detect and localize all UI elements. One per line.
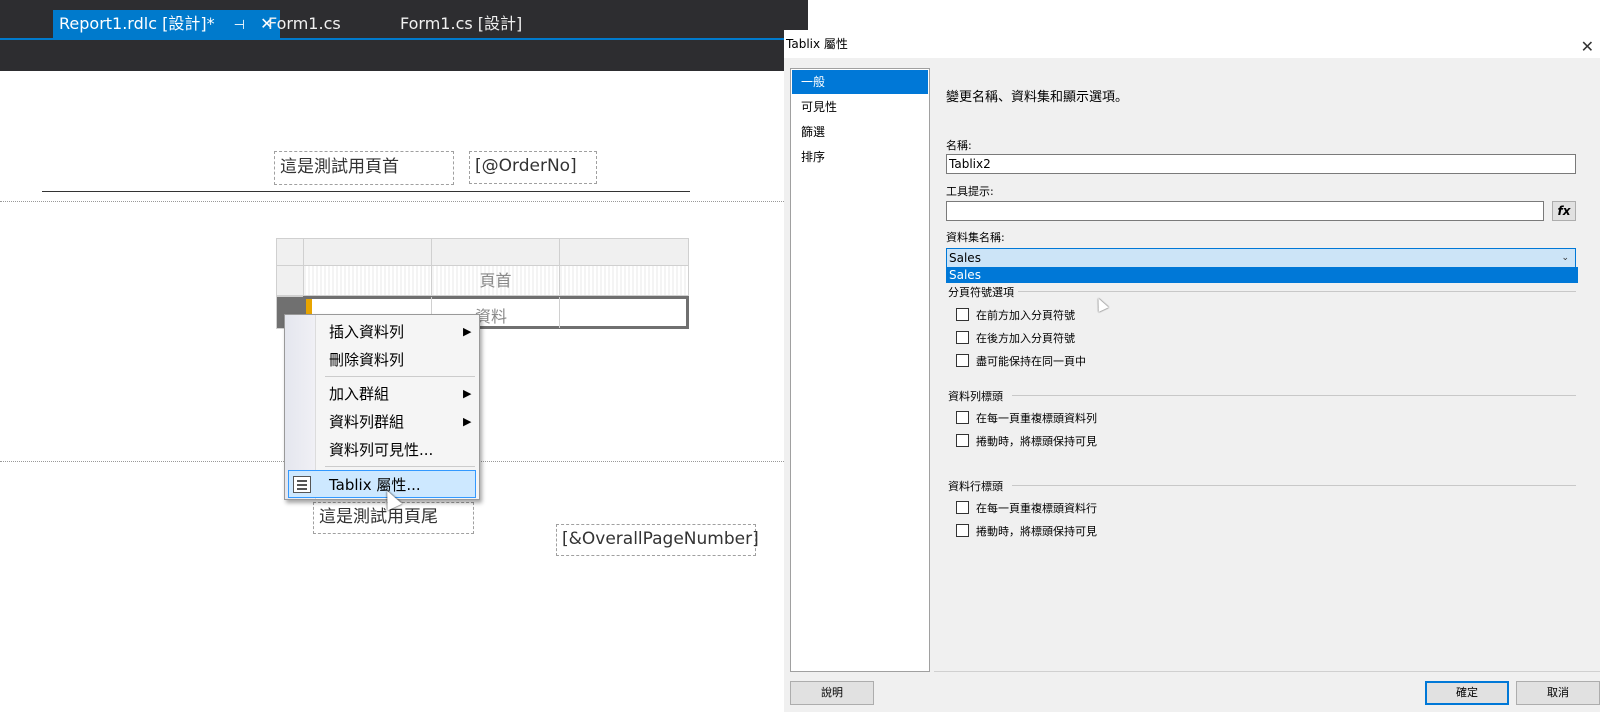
checkbox-label: 捲動時，將標頭保持可見 (976, 435, 1097, 448)
dataset-selected-value: Sales (949, 251, 981, 265)
menu-separator (325, 466, 475, 467)
header-boundary (0, 201, 784, 202)
document-tab-bar: Report1.rdlc [設計]* ⊣ ✕ Form1.cs Form1.cs… (0, 0, 808, 38)
column-handle[interactable] (431, 238, 560, 266)
menu-item-add-group[interactable]: 加入群組 (329, 383, 389, 404)
checkbox-keep-column-header-visible[interactable] (956, 524, 969, 537)
submenu-arrow-icon: ▶ (463, 415, 472, 428)
screen: Report1.rdlc [設計]* ⊣ ✕ Form1.cs Form1.cs… (0, 0, 1600, 712)
checkbox-add-break-before[interactable] (956, 308, 969, 321)
header-textbox[interactable]: 這是測試用頁首 (274, 151, 454, 185)
cell-divider (559, 297, 560, 328)
checkbox-repeat-header-rows[interactable] (956, 411, 969, 424)
tablix-properties-dialog: Tablix 屬性 ✕ 一般 可見性 篩選 排序 變更名稱、資料集和顯示選項。 … (784, 30, 1600, 712)
cancel-button[interactable]: 取消 (1516, 681, 1600, 705)
menu-item-label: Tablix 屬性... (329, 476, 421, 494)
row-headers-section-title: 資料列標頭 (948, 390, 1003, 403)
tooltip-label: 工具提示: (946, 185, 994, 198)
menu-separator (325, 376, 475, 377)
menu-item-row-group[interactable]: 資料列群組 (329, 411, 404, 432)
dialog-title-bar: Tablix 屬性 ✕ (784, 30, 1600, 58)
column-headers-section-title: 資料行標頭 (948, 480, 1003, 493)
menu-item-delete-row[interactable]: 刪除資料列 (329, 349, 404, 370)
checkbox-keep-row-header-visible[interactable] (956, 434, 969, 447)
section-divider (1012, 485, 1576, 486)
nav-item-filters[interactable]: 篩選 (792, 120, 928, 144)
chevron-down-icon[interactable]: ⌄ (1561, 249, 1569, 267)
dialog-nav: 一般 可見性 篩選 排序 (790, 68, 930, 672)
header-cell[interactable] (559, 265, 689, 296)
page-number-textbox[interactable]: [&OverallPageNumber] (556, 524, 759, 556)
tab-form1-cs[interactable]: Form1.cs (268, 10, 341, 38)
submenu-arrow-icon: ▶ (463, 387, 472, 400)
general-page: 變更名稱、資料集和顯示選項。 名稱: Tablix2 工具提示: fx 資料集名… (934, 68, 1600, 672)
report-designer: Report1.rdlc [設計]* ⊣ ✕ Form1.cs Form1.cs… (0, 0, 808, 712)
submenu-arrow-icon: ▶ (463, 325, 472, 338)
help-button[interactable]: 說明 (790, 681, 874, 705)
menu-item-row-visibility[interactable]: 資料列可見性... (329, 439, 433, 460)
page-description: 變更名稱、資料集和顯示選項。 (946, 90, 1129, 105)
tab-report1-design[interactable]: Report1.rdlc [設計]* ⊣ ✕ (53, 10, 280, 38)
ok-button[interactable]: 確定 (1425, 681, 1509, 705)
designer-toolbar (0, 40, 784, 71)
checkbox-label: 在前方加入分頁符號 (976, 309, 1075, 322)
dataset-combobox[interactable]: Sales ⌄ (946, 248, 1576, 268)
tooltip-input[interactable] (946, 201, 1544, 221)
column-handle[interactable] (303, 238, 432, 266)
row-handle[interactable] (276, 265, 304, 296)
column-handle[interactable] (559, 238, 689, 266)
pin-icon[interactable]: ⊣ (234, 12, 245, 40)
name-input[interactable]: Tablix2 (946, 154, 1576, 174)
header-rule (42, 191, 690, 192)
dataset-label: 資料集名稱: (946, 231, 1005, 244)
checkbox-repeat-header-columns[interactable] (956, 501, 969, 514)
name-label: 名稱: (946, 139, 972, 152)
tab-form1-design[interactable]: Form1.cs [設計] (400, 10, 522, 38)
section-divider (1012, 395, 1576, 396)
checkbox-label: 在每一頁重複標頭資料列 (976, 412, 1097, 425)
header-cell[interactable]: 頁首 (431, 265, 560, 296)
section-divider (1018, 291, 1576, 292)
header-cell[interactable] (303, 265, 432, 296)
tab-label: Report1.rdlc [設計]* (59, 14, 215, 33)
checkbox-label: 在每一頁重複標頭資料行 (976, 502, 1097, 515)
expression-button[interactable]: fx (1552, 201, 1576, 221)
close-icon[interactable]: ✕ (1581, 33, 1594, 61)
page-break-section-title: 分頁符號選項 (948, 286, 1014, 299)
mouse-cursor-icon (1093, 295, 1109, 313)
order-no-textbox[interactable]: [@OrderNo] (469, 151, 597, 184)
nav-item-sorting[interactable]: 排序 (792, 145, 928, 169)
nav-item-visibility[interactable]: 可見性 (792, 95, 928, 119)
checkbox-add-break-after[interactable] (956, 331, 969, 344)
tab-label: Form1.cs (268, 14, 341, 33)
checkbox-label: 捲動時，將標頭保持可見 (976, 525, 1097, 538)
checkbox-label: 在後方加入分頁符號 (976, 332, 1075, 345)
tablix-corner-handle[interactable] (276, 238, 304, 266)
properties-icon (293, 476, 311, 493)
dataset-option[interactable]: Sales (946, 267, 1578, 283)
checkbox-keep-together[interactable] (956, 354, 969, 367)
nav-item-general[interactable]: 一般 (792, 70, 928, 94)
menu-item-insert-row[interactable]: 插入資料列 (329, 321, 404, 342)
dialog-title: Tablix 屬性 (786, 37, 848, 51)
context-menu: 插入資料列 ▶ 刪除資料列 加入群組 ▶ 資料列群組 ▶ 資料列可見性... T… (284, 314, 480, 500)
tab-label: Form1.cs [設計] (400, 14, 523, 33)
checkbox-label: 盡可能保持在同一頁中 (976, 355, 1086, 368)
